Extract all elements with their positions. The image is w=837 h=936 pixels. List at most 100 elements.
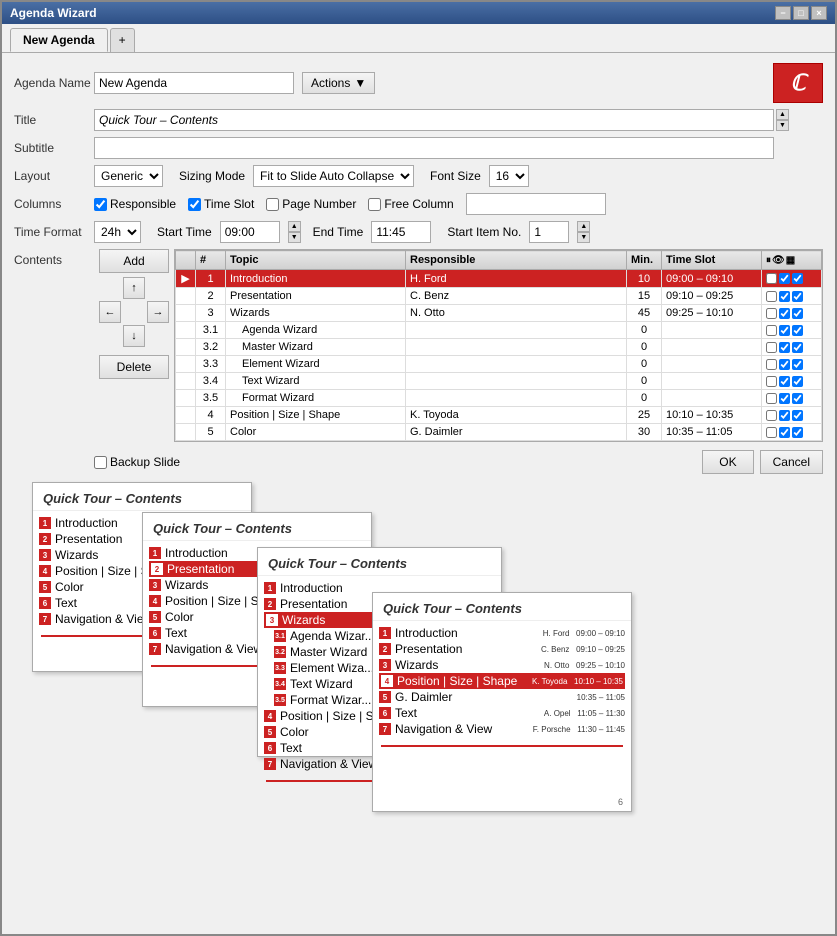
row-pause-check[interactable] <box>766 393 777 404</box>
slide-num: 1 <box>149 547 161 559</box>
tab-new-agenda[interactable]: New Agenda <box>10 28 108 52</box>
maximize-button[interactable]: □ <box>793 6 809 20</box>
slide-1-title: Quick Tour – Contents <box>33 483 251 511</box>
row-visible-check[interactable] <box>792 273 803 284</box>
row-pause-check[interactable] <box>766 359 777 370</box>
layout-select[interactable]: Generic <box>94 165 163 187</box>
free-column-checkbox-label[interactable]: Free Column <box>368 197 453 211</box>
pause-icon: ⏸ <box>766 255 771 266</box>
row-eye-check[interactable] <box>779 393 790 404</box>
row-responsible <box>406 373 627 390</box>
font-size-select[interactable]: 16 <box>489 165 529 187</box>
table-row[interactable]: 2 Presentation C. Benz 15 09:10 – 09:25 <box>176 288 822 305</box>
free-column-checkbox[interactable] <box>368 198 381 211</box>
page-number-checkbox-label[interactable]: Page Number <box>266 197 356 211</box>
row-eye-check[interactable] <box>779 325 790 336</box>
slide-num-sub: 3.1 <box>274 630 286 642</box>
row-eye-check[interactable] <box>779 359 790 370</box>
row-topic: Introduction <box>226 270 406 288</box>
row-eye-check[interactable] <box>779 376 790 387</box>
time-slot-checkbox[interactable] <box>188 198 201 211</box>
table-row[interactable]: 3.4 Text Wizard 0 <box>176 373 822 390</box>
slide-num: 3 <box>149 579 161 591</box>
add-button[interactable]: Add <box>99 249 169 273</box>
col-header-min: Min. <box>627 251 662 270</box>
subtitle-input[interactable] <box>94 137 774 159</box>
row-pause-check[interactable] <box>766 325 777 336</box>
row-visible-check[interactable] <box>792 427 803 438</box>
row-visible-check[interactable] <box>792 376 803 387</box>
contents-label: Contents <box>14 249 94 267</box>
ok-button[interactable]: OK <box>702 450 753 474</box>
time-slot-checkbox-label[interactable]: Time Slot <box>188 197 254 211</box>
row-topic: Master Wizard <box>226 339 406 356</box>
row-pause-check[interactable] <box>766 410 777 421</box>
cancel-button[interactable]: Cancel <box>760 450 823 474</box>
start-time-down[interactable]: ▼ <box>288 232 301 243</box>
row-pause-check[interactable] <box>766 427 777 438</box>
right-button[interactable]: → <box>147 301 169 323</box>
table-row[interactable]: 3.3 Element Wizard 0 <box>176 356 822 373</box>
backup-slide-checkbox[interactable] <box>94 456 107 469</box>
table-row[interactable]: 3 Wizards N. Otto 45 09:25 – 10:10 <box>176 305 822 322</box>
backup-slide-label[interactable]: Backup Slide <box>94 455 180 469</box>
row-eye-check[interactable] <box>779 410 790 421</box>
left-button[interactable]: ← <box>99 301 121 323</box>
row-pause-check[interactable] <box>766 376 777 387</box>
table-row[interactable]: 4 Position | Size | Shape K. Toyoda 25 1… <box>176 407 822 424</box>
row-pause-check[interactable] <box>766 291 777 302</box>
agenda-name-input[interactable] <box>94 72 294 94</box>
row-pause-check[interactable] <box>766 308 777 319</box>
row-num: 4 <box>196 407 226 424</box>
title-input[interactable] <box>94 109 774 131</box>
row-visible-check[interactable] <box>792 393 803 404</box>
table-row[interactable]: 3.5 Format Wizard 0 <box>176 390 822 407</box>
agenda-name-label: Agenda Name <box>14 76 94 90</box>
sizing-mode-select[interactable]: Fit to Slide Auto Collapse <box>253 165 414 187</box>
title-down-arrow[interactable]: ▼ <box>776 120 789 131</box>
page-number-checkbox[interactable] <box>266 198 279 211</box>
agenda-table: # Topic Responsible Min. Time Slot ⏸ 👁 ▦ <box>175 250 822 441</box>
start-item-input[interactable] <box>529 221 569 243</box>
tab-add-button[interactable]: + <box>110 28 135 52</box>
end-time-input[interactable] <box>371 221 431 243</box>
start-item-up[interactable]: ▲ <box>577 221 590 232</box>
actions-button[interactable]: Actions ▼ <box>302 72 375 94</box>
row-timeslot <box>662 356 762 373</box>
row-visible-check[interactable] <box>792 291 803 302</box>
free-column-input[interactable] <box>466 193 606 215</box>
row-pause-check[interactable] <box>766 342 777 353</box>
row-visible-check[interactable] <box>792 359 803 370</box>
row-eye-check[interactable] <box>779 308 790 319</box>
down-button[interactable]: ↓ <box>123 325 145 347</box>
table-row[interactable]: 5 Color G. Daimler 30 10:35 – 11:05 <box>176 424 822 441</box>
start-item-down[interactable]: ▼ <box>577 232 590 243</box>
columns-controls: Responsible Time Slot Page Number Free C… <box>94 193 606 215</box>
row-eye-check[interactable] <box>779 273 790 284</box>
row-arrow-cell <box>176 407 196 424</box>
delete-button[interactable]: Delete <box>99 355 169 379</box>
start-time-input[interactable] <box>220 221 280 243</box>
responsible-checkbox-label[interactable]: Responsible <box>94 197 176 211</box>
row-num: 3.3 <box>196 356 226 373</box>
row-timeslot: 09:10 – 09:25 <box>662 288 762 305</box>
row-eye-check[interactable] <box>779 342 790 353</box>
close-button[interactable]: × <box>811 6 827 20</box>
row-pause-check[interactable] <box>766 273 777 284</box>
title-up-arrow[interactable]: ▲ <box>776 109 789 120</box>
row-visible-check[interactable] <box>792 410 803 421</box>
up-button[interactable]: ↑ <box>123 277 145 299</box>
start-time-up[interactable]: ▲ <box>288 221 301 232</box>
row-visible-check[interactable] <box>792 325 803 336</box>
row-visible-check[interactable] <box>792 342 803 353</box>
time-format-select[interactable]: 24h <box>94 221 141 243</box>
table-row[interactable]: 3.1 Agenda Wizard 0 <box>176 322 822 339</box>
title-row: Title ▲ ▼ <box>14 109 823 131</box>
responsible-checkbox[interactable] <box>94 198 107 211</box>
table-row[interactable]: ▶ 1 Introduction H. Ford 10 09:00 – 09:1… <box>176 270 822 288</box>
row-eye-check[interactable] <box>779 427 790 438</box>
row-visible-check[interactable] <box>792 308 803 319</box>
row-eye-check[interactable] <box>779 291 790 302</box>
minimize-button[interactable]: − <box>775 6 791 20</box>
table-row[interactable]: 3.2 Master Wizard 0 <box>176 339 822 356</box>
